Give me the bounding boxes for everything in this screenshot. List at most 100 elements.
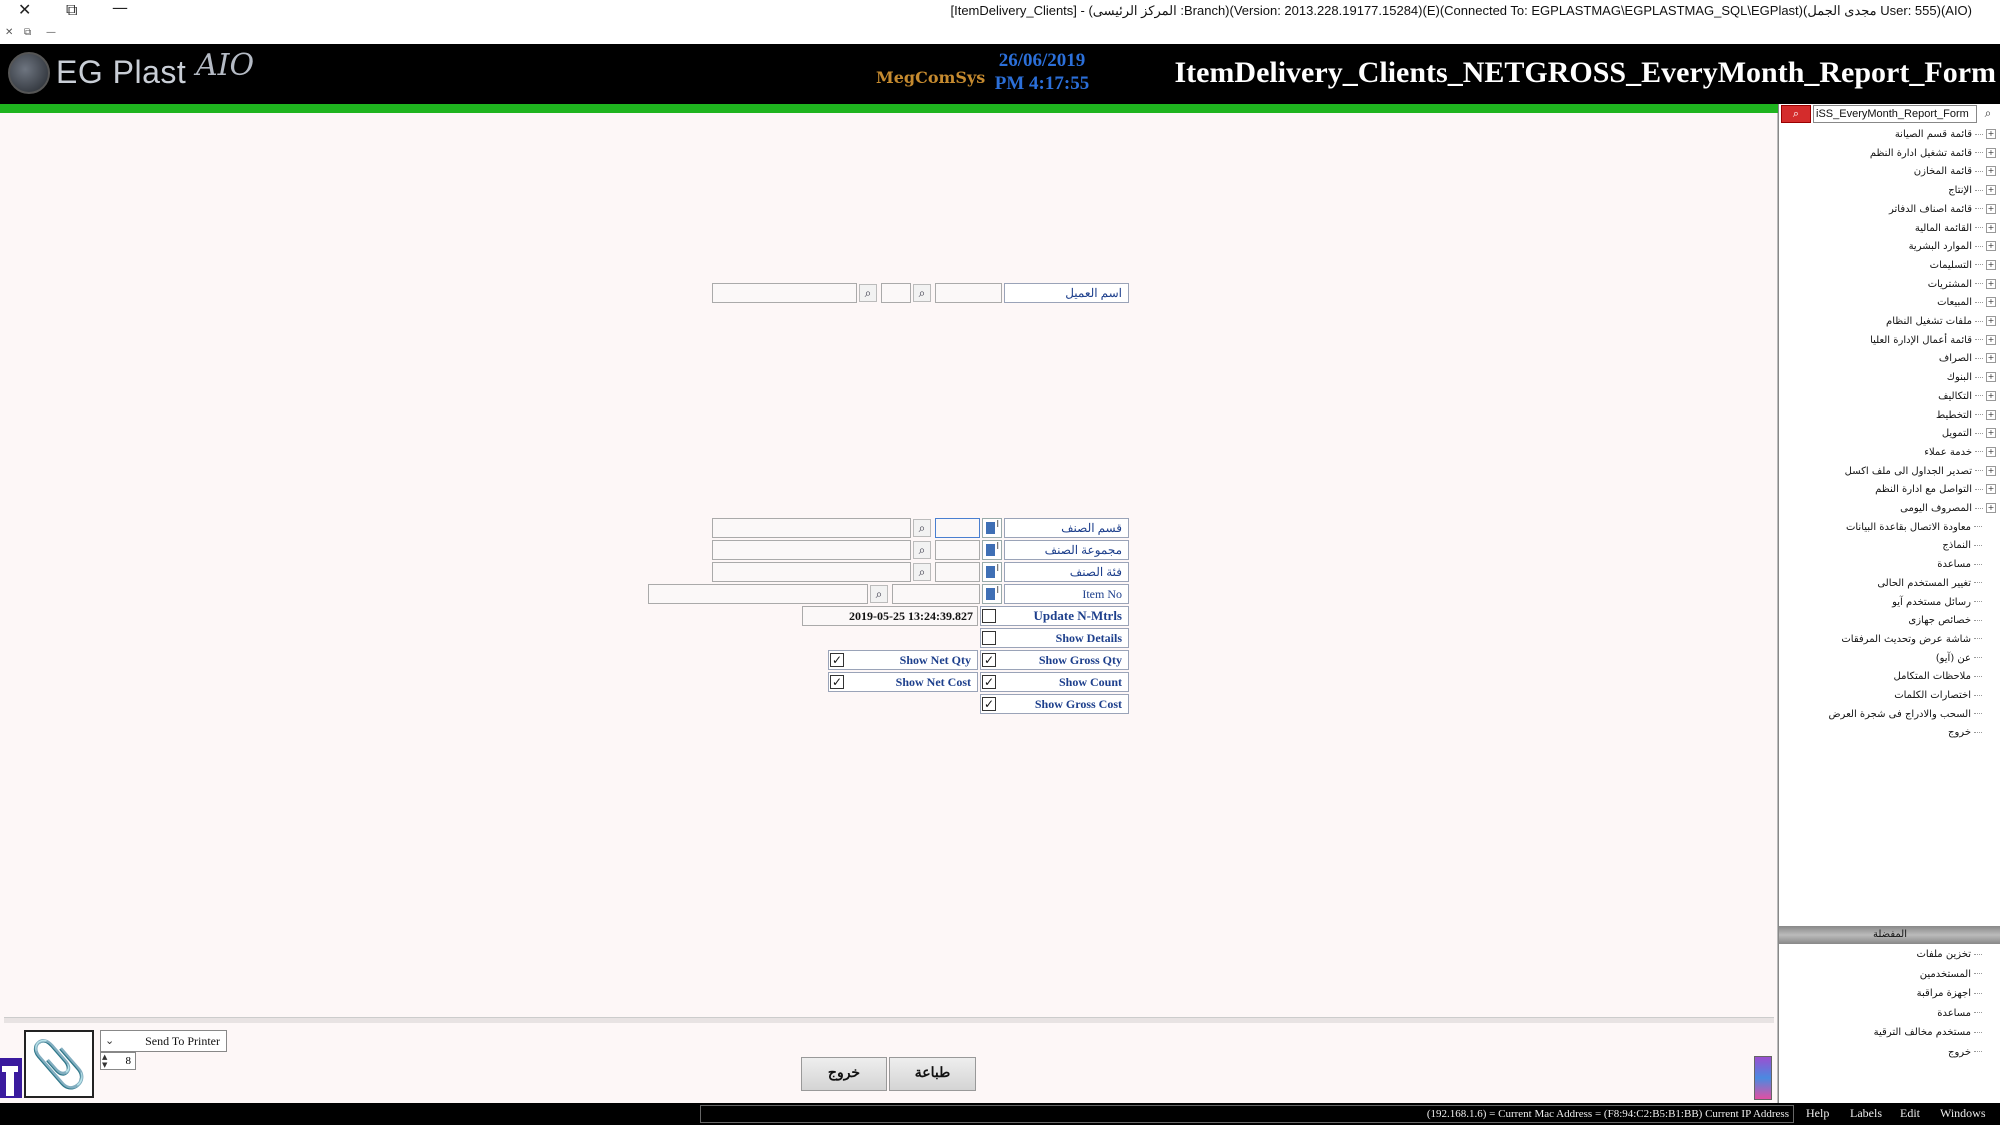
expand-icon[interactable]: +	[1986, 316, 1996, 326]
item-no-search-icon[interactable]: ⌕	[870, 585, 888, 603]
sidebar-menu-item[interactable]: تصدير الجداول الى ملف اكسل +	[1845, 463, 1996, 481]
favorite-item[interactable]: مستخدم مخالف الترقية	[1874, 1024, 1982, 1042]
show-count-checkbox[interactable]: ✓	[982, 675, 996, 689]
mdi-restore-icon[interactable]: ⧉	[24, 27, 31, 38]
expand-icon[interactable]: +	[1986, 185, 1996, 196]
update-checkbox[interactable]	[982, 609, 996, 623]
mdi-close-icon[interactable]: ✕	[5, 27, 13, 38]
sidebar-menu-item[interactable]: خروج	[1948, 724, 1982, 742]
minimize-icon[interactable]: —	[112, 0, 128, 17]
show-net-qty-checkbox[interactable]: ✓	[830, 653, 844, 667]
expand-icon[interactable]: +	[1986, 503, 1996, 513]
menu-edit[interactable]: Edit	[1900, 1106, 1920, 1121]
expand-icon[interactable]: +	[1986, 465, 1996, 476]
sidebar-menu-item[interactable]: اختصارات الكلمات	[1894, 687, 1982, 705]
sidebar-menu-item[interactable]: الموارد البشرية +	[1909, 238, 1996, 256]
sidebar-menu-item[interactable]: التسليمات +	[1930, 257, 1996, 275]
show-details-checkbox[interactable]	[982, 631, 996, 645]
sidebar-menu-item[interactable]: ملفات تشغيل النظام +	[1886, 313, 1996, 331]
stepper-arrows-icon[interactable]: ▲ ▼	[102, 1053, 107, 1069]
sidebar-menu-item[interactable]: خصائص جهازى	[1908, 612, 1982, 630]
item-no-lock-icon[interactable]: ا	[982, 584, 1002, 604]
item-section-search-icon[interactable]: ⌕	[913, 519, 931, 537]
mdi-minimize-icon[interactable]: —	[46, 27, 56, 38]
expand-icon[interactable]: +	[1986, 203, 1996, 214]
sidebar-menu-item[interactable]: معاودة الاتصال بقاعدة البيانات	[1846, 519, 1982, 537]
favorite-item[interactable]: اجهزة مراقبة	[1917, 985, 1982, 1003]
sidebar-menu-item[interactable]: مساعدة	[1937, 556, 1982, 574]
favorite-item[interactable]: المستخدمين	[1920, 966, 1982, 984]
item-group-search-icon[interactable]: ⌕	[913, 541, 931, 559]
sidebar-menu-item[interactable]: التواصل مع ادارة النظم +	[1875, 481, 1996, 499]
sidebar-menu-item[interactable]: قائمة المخازن +	[1914, 163, 1996, 181]
favorite-item[interactable]: مساعدة	[1937, 1005, 1982, 1023]
expand-icon[interactable]: +	[1986, 334, 1996, 345]
sidebar-menu-item[interactable]: الصراف +	[1939, 350, 1996, 368]
expand-icon[interactable]: +	[1986, 409, 1996, 420]
send-to-printer-select[interactable]: ⌄ Send To Printer	[100, 1030, 227, 1052]
item-category-display[interactable]	[712, 562, 911, 582]
expand-icon[interactable]: +	[1986, 428, 1996, 439]
show-gross-cost-checkbox[interactable]: ✓	[982, 697, 996, 711]
sidebar-menu-item[interactable]: المشتريات +	[1928, 276, 1996, 294]
show-net-cost-checkbox[interactable]: ✓	[830, 675, 844, 689]
tool-badge-icon[interactable]	[0, 1058, 22, 1098]
expand-icon[interactable]: +	[1986, 297, 1996, 308]
expand-icon[interactable]: +	[1986, 129, 1996, 139]
item-section-display[interactable]	[712, 518, 911, 538]
sidebar-menu-item[interactable]: التكاليف +	[1938, 388, 1996, 406]
menu-help[interactable]: Help	[1806, 1106, 1829, 1121]
horizontal-scrollbar[interactable]	[4, 1017, 1774, 1023]
client-code-input[interactable]	[935, 283, 1002, 303]
sidebar-menu-item[interactable]: قائمة تشغيل ادارة النظم +	[1870, 145, 1996, 163]
sidebar-menu-item[interactable]: الإنتاج +	[1948, 182, 1996, 200]
attachment-clip-icon[interactable]: 📎	[24, 1030, 94, 1098]
sidebar-search-input[interactable]: iSS_EveryMonth_Report_Form	[1813, 105, 1977, 123]
expand-icon[interactable]: +	[1986, 278, 1996, 289]
expand-icon[interactable]: +	[1986, 222, 1996, 233]
menu-windows[interactable]: Windows	[1940, 1106, 1986, 1121]
expand-icon[interactable]: +	[1986, 259, 1996, 270]
sidebar-menu-item[interactable]: خدمة عملاء +	[1924, 444, 1996, 462]
client-code-search-icon[interactable]: ⌕	[913, 284, 931, 302]
sidebar-menu-item[interactable]: عن (آيو)	[1936, 650, 1982, 668]
item-no-display[interactable]	[648, 584, 868, 604]
item-section-lock-icon[interactable]: ا	[982, 518, 1002, 538]
sidebar-menu-item[interactable]: شاشة عرض وتحديث المرفقات	[1841, 631, 1982, 649]
item-category-search-icon[interactable]: ⌕	[913, 563, 931, 581]
sidebar-menu-item[interactable]: التخطيط +	[1936, 407, 1996, 425]
sidebar-menu-item[interactable]: المصروف اليومى +	[1900, 500, 1996, 518]
expand-icon[interactable]: +	[1986, 390, 1996, 401]
sidebar-menu-item[interactable]: قائمة اصناف الدفاتر +	[1889, 201, 1996, 219]
expand-icon[interactable]: +	[1986, 484, 1996, 495]
item-category-lock-icon[interactable]: ا	[982, 562, 1002, 582]
client-sub-search-icon[interactable]: ⌕	[859, 284, 877, 302]
client-name-display[interactable]	[712, 283, 857, 303]
sidebar-menu-item[interactable]: التمويل +	[1942, 425, 1996, 443]
menu-labels[interactable]: Labels	[1850, 1106, 1882, 1121]
expand-icon[interactable]: +	[1986, 147, 1996, 158]
sidebar-search-button[interactable]: ⌕	[1781, 105, 1811, 123]
sidebar-menu-item[interactable]: ملاحظات المتكامل	[1894, 668, 1982, 686]
sidebar-menu-item[interactable]: القائمة المالية +	[1915, 220, 1996, 238]
sidebar-menu-item[interactable]: النماذج	[1942, 537, 1982, 555]
favorite-item[interactable]: خروج	[1948, 1044, 1982, 1062]
favorite-item[interactable]: تخزين ملفات	[1916, 946, 1982, 964]
print-button[interactable]: طباعة	[889, 1057, 976, 1091]
item-category-input[interactable]	[935, 562, 980, 582]
exit-button[interactable]: خروج	[801, 1057, 887, 1091]
sidebar-menu-item[interactable]: قائمة قسم الصيانة +	[1895, 126, 1996, 144]
sidebar-menu-item[interactable]: رسائل مستخدم آيو	[1892, 594, 1982, 612]
close-icon[interactable]: ✕	[18, 0, 31, 19]
expand-icon[interactable]: +	[1986, 372, 1996, 383]
sidebar-menu-item[interactable]: تغيير المستخدم الحالى	[1877, 575, 1982, 593]
sidebar-search-icon[interactable]: ⌕	[1979, 105, 1997, 123]
color-badge-icon[interactable]	[1754, 1056, 1772, 1100]
sidebar-menu-item[interactable]: قائمة أعمال الإدارة العليا +	[1870, 332, 1996, 350]
copies-stepper[interactable]: ▲ ▼ 8	[100, 1052, 136, 1070]
restore-icon[interactable]: ⧉	[66, 0, 77, 20]
item-group-display[interactable]	[712, 540, 911, 560]
sidebar-menu-item[interactable]: المبيعات +	[1937, 294, 1996, 312]
expand-icon[interactable]: +	[1986, 241, 1996, 252]
item-group-lock-icon[interactable]: ا	[982, 540, 1002, 560]
